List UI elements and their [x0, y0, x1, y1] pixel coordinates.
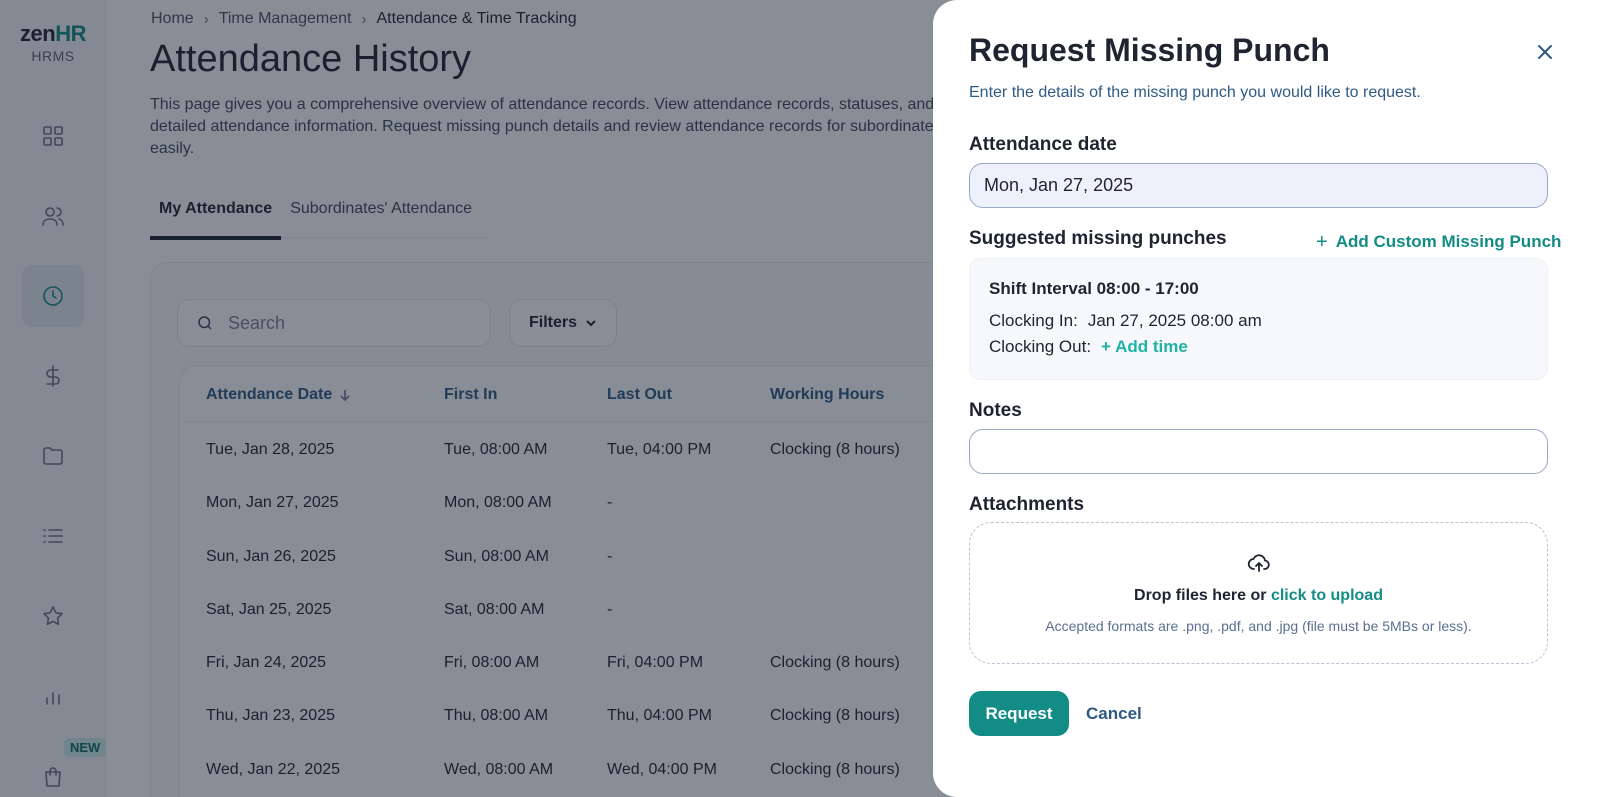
attendance-date-label: Attendance date — [969, 134, 1117, 155]
clocking-out-row: Clocking Out: + Add time — [989, 337, 1188, 357]
suggested-punches-label: Suggested missing punches — [969, 228, 1227, 249]
add-time-button[interactable]: + Add time — [1101, 337, 1188, 357]
attachments-label: Attachments — [969, 494, 1085, 515]
clocking-in-value: Jan 27, 2025 08:00 am — [1087, 311, 1262, 330]
upload-cloud-icon — [1247, 551, 1271, 575]
notes-label: Notes — [969, 400, 1022, 421]
add-custom-label: Add Custom Missing Punch — [1335, 232, 1562, 251]
attendance-date-field[interactable]: Mon, Jan 27, 2025 — [969, 163, 1548, 208]
cancel-button[interactable]: Cancel — [1086, 704, 1142, 724]
suggested-punch-card: Shift Interval 08:00 - 17:00 Clocking In… — [969, 258, 1548, 380]
drawer-subtitle: Enter the details of the missing punch y… — [969, 84, 1421, 101]
file-dropzone[interactable]: Drop files here or click to upload Accep… — [969, 522, 1548, 664]
clocking-in-row: Clocking In: Jan 27, 2025 08:00 am — [989, 311, 1262, 331]
dropzone-text: Drop files here or click to upload — [970, 587, 1547, 605]
clocking-out-label: Clocking Out: — [989, 337, 1092, 356]
add-custom-missing-punch-button[interactable]: + Add Custom Missing Punch — [1316, 232, 1561, 252]
notes-field[interactable] — [969, 429, 1548, 474]
request-button[interactable]: Request — [969, 691, 1069, 736]
shift-interval-title: Shift Interval 08:00 - 17:00 — [989, 279, 1199, 298]
drawer-title: Request Missing Punch — [969, 32, 1330, 68]
close-icon — [1538, 45, 1552, 59]
plus-icon: + — [1316, 231, 1328, 253]
dropzone-hint: Accepted formats are .png, .pdf, and .jp… — [1045, 618, 1472, 634]
close-button[interactable] — [1533, 40, 1557, 64]
clocking-in-label: Clocking In: — [989, 311, 1078, 330]
request-missing-punch-drawer: Request Missing Punch Enter the details … — [933, 0, 1600, 797]
click-to-upload-link[interactable]: click to upload — [1271, 587, 1383, 604]
dropzone-instructions: Drop files here or — [1134, 587, 1267, 604]
